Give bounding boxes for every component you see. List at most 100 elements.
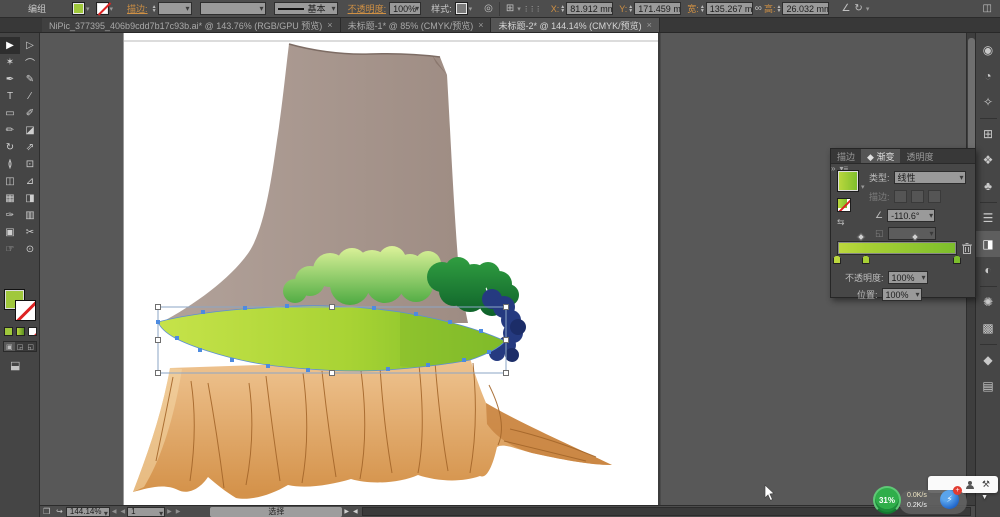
color-mode-button[interactable]	[4, 327, 13, 336]
stroke-color-swatch[interactable]	[95, 2, 109, 15]
recolor-artwork-icon[interactable]: ◎	[484, 3, 493, 14]
perspective-grid-tool[interactable]: ⊿	[20, 173, 40, 190]
width-tool[interactable]: ≬	[0, 156, 20, 173]
first-artboard-arrow[interactable]: ◀	[112, 508, 117, 515]
fill-color-swatch[interactable]	[72, 2, 86, 15]
brushes-icon[interactable]: ❖	[976, 147, 1000, 173]
stroke-gradient-along-button[interactable]	[910, 190, 924, 203]
tab-untitled-1[interactable]: 未标题-1* @ 85% (CMYK/预览) ×	[340, 18, 492, 32]
gradient-type-dropdown[interactable]: 线性	[893, 171, 966, 184]
color-guide-icon[interactable]: ◔	[976, 63, 1000, 89]
download-widget-toolbar[interactable]: ⚒	[928, 476, 998, 493]
color-icon[interactable]: ◉	[976, 37, 1000, 63]
toolbar-stroke-swatch[interactable]	[15, 300, 36, 321]
artboard-tool[interactable]: ▣	[0, 224, 20, 241]
stroke-panel-icon[interactable]: ☰	[976, 205, 1000, 231]
gradient-midpoint-marker[interactable]	[910, 232, 920, 242]
scale-tool[interactable]: ⇗	[20, 139, 40, 156]
delete-stop-icon[interactable]	[961, 242, 973, 255]
gp-tab-transparency[interactable]: 透明度	[900, 149, 939, 163]
width-profile-dropdown[interactable]	[199, 2, 266, 15]
download-progress-circle[interactable]: 31%	[873, 486, 901, 514]
gradient-stop[interactable]	[953, 255, 961, 264]
direct-selection-tool[interactable]: ▷	[20, 37, 40, 54]
type-tool[interactable]: T	[0, 88, 20, 105]
stroke-width-stepper[interactable]	[151, 2, 158, 15]
eyedropper-tool[interactable]: ✑	[0, 207, 20, 224]
width-stepper[interactable]	[699, 2, 706, 15]
pencil-tool[interactable]: ✏	[0, 122, 20, 139]
width-field[interactable]: 135.267 mm	[705, 2, 753, 15]
stop-location-field[interactable]: 100%	[881, 288, 922, 301]
constrain-link-icon[interactable]: ∞	[755, 3, 762, 14]
last-artboard-arrow[interactable]: ▶	[176, 508, 181, 515]
layers-icon[interactable]: ◆	[976, 347, 1000, 373]
align-dropdown-icon[interactable]: ⊞	[506, 3, 514, 14]
tab-close-icon[interactable]: ×	[327, 20, 332, 30]
scroll-right-arrow[interactable]: ▶	[344, 508, 349, 515]
panel-expand-icon[interactable]: »	[831, 164, 835, 173]
y-field[interactable]: 171.459 mm	[634, 2, 682, 15]
rotate-tool[interactable]: ↻	[0, 139, 20, 156]
gradient-mode-button[interactable]	[16, 327, 25, 336]
graph-tool[interactable]: ▥	[20, 207, 40, 224]
tab-close-icon[interactable]: ×	[647, 20, 652, 30]
tab-close-icon[interactable]: ×	[478, 20, 483, 30]
line-segment-tool[interactable]: ∕	[20, 88, 40, 105]
gradient-tool[interactable]: ◨	[20, 190, 40, 207]
paintbrush-tool[interactable]: ✐	[20, 105, 40, 122]
opacity-field[interactable]: 100%	[389, 2, 422, 15]
swatches-icon[interactable]: ⊞	[976, 121, 1000, 147]
transform-grid-icon[interactable]: ⋮⋮⋮	[523, 5, 542, 13]
graphic-styles-icon[interactable]: ▩	[976, 315, 1000, 341]
style-swatch[interactable]	[454, 2, 468, 15]
canvas-area[interactable]	[40, 33, 966, 505]
next-artboard-arrow[interactable]: ▶	[167, 508, 172, 515]
status-icon-collapse[interactable]: ❒	[43, 507, 50, 516]
reverse-gradient-icon[interactable]: ⇆	[837, 217, 845, 228]
shear-icon[interactable]: ∠	[841, 3, 850, 14]
artboards-icon[interactable]: ▤	[976, 373, 1000, 399]
zoom-level-dropdown[interactable]: 144.14%	[65, 506, 110, 517]
appearance-icon[interactable]: ✺	[976, 289, 1000, 315]
stroke-gradient-swatch[interactable]	[837, 198, 851, 212]
wrench-icon[interactable]: ⚒	[982, 479, 990, 490]
mesh-tool[interactable]: ▦	[0, 190, 20, 207]
free-transform-tool[interactable]: ⊡	[20, 156, 40, 173]
prev-artboard-arrow[interactable]: ◀	[121, 508, 126, 515]
screen-mode-icon[interactable]: ⬓	[10, 359, 20, 372]
stroke-width-field[interactable]	[157, 2, 192, 15]
tab-untitled-2[interactable]: 未标题-2* @ 144.14% (CMYK/预览) ×	[491, 18, 660, 32]
height-stepper[interactable]	[775, 2, 782, 15]
downloader-app-icon[interactable]: ⚡	[940, 490, 959, 509]
pattern-options-icon[interactable]: ✧	[976, 89, 1000, 115]
draw-behind-icon[interactable]: ◲	[15, 342, 26, 351]
draw-inside-icon[interactable]: ◱	[25, 342, 36, 351]
stroke-gradient-across-button[interactable]	[927, 190, 941, 203]
tab-nipic-document[interactable]: NiPic_377395_406b9cdd7b17c93b.ai* @ 143.…	[42, 18, 341, 32]
stroke-gradient-within-button[interactable]	[893, 190, 907, 203]
slice-tool[interactable]: ✂	[20, 224, 40, 241]
x-field[interactable]: 81.912 mm	[566, 2, 614, 15]
workspace-icon[interactable]: ◫	[983, 3, 992, 14]
draw-normal-icon[interactable]: ▣	[4, 342, 15, 351]
pen-tool[interactable]: ✒	[0, 71, 20, 88]
gradient-panel-icon[interactable]: ◨	[976, 231, 1000, 257]
curvature-tool[interactable]: ✎	[20, 71, 40, 88]
selection-tool[interactable]: ▶	[0, 37, 20, 54]
gradient-angle-field[interactable]: -110.6°	[887, 209, 936, 222]
zoom-tool[interactable]: ⊙	[20, 241, 40, 258]
eraser-tool[interactable]: ◪	[20, 122, 40, 139]
gp-tab-stroke[interactable]: 描边	[831, 149, 861, 163]
symbols-icon[interactable]: ♣	[976, 173, 1000, 199]
height-field[interactable]: 26.032 mm	[782, 2, 830, 15]
y-stepper[interactable]	[627, 2, 634, 15]
user-icon[interactable]	[965, 480, 974, 489]
artboard-navigation-field[interactable]: 1	[127, 506, 166, 517]
gradient-preview-swatch[interactable]	[837, 170, 859, 192]
rotate-icon[interactable]: ↻	[854, 3, 862, 14]
magic-wand-tool[interactable]: ✶	[0, 54, 20, 71]
scroll-left-arrow[interactable]: ◀	[353, 508, 358, 515]
gradient-stop[interactable]	[833, 255, 841, 264]
hand-tool[interactable]: ☞	[0, 241, 20, 258]
